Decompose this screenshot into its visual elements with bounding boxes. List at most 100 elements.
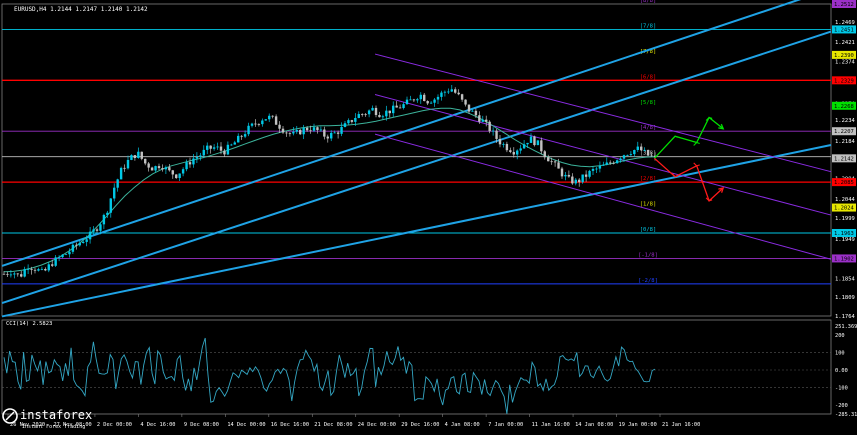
candle-body-145 <box>502 143 505 145</box>
candle-body-21 <box>75 244 78 246</box>
candle-body-2 <box>9 274 13 276</box>
candle-body-88 <box>305 127 309 131</box>
candle-body-28 <box>99 224 102 231</box>
candle-body-149 <box>516 150 519 155</box>
candle-body-170 <box>588 170 591 177</box>
price-tag-label-7: 1.2085 <box>834 180 854 186</box>
cci-line <box>3 337 656 414</box>
candle-body-164 <box>567 174 571 177</box>
forecast-up-arrow-tick-1 <box>671 135 679 140</box>
price-tag-label-8: 1.2024 <box>834 206 855 212</box>
candle-body-86 <box>299 129 302 135</box>
candle-body-10 <box>37 269 40 271</box>
time-tick-label-4: 9 Dec 08:00 <box>184 422 219 428</box>
price-tag-label-2: 1.2390 <box>834 53 854 59</box>
brand-name: instaforex <box>20 408 92 422</box>
candle-body-9 <box>33 269 37 271</box>
cci-tick-6: -285.3113 <box>835 412 857 418</box>
candle-body-73 <box>254 123 257 125</box>
candle-body-95 <box>330 132 333 139</box>
candle-body-53 <box>185 162 188 170</box>
candle-body-148 <box>512 152 515 155</box>
candle-body-5 <box>20 274 23 277</box>
candle-body-43 <box>150 167 154 171</box>
candle-body-171 <box>591 168 595 171</box>
time-tick-label-12: 11 Jan 16:00 <box>532 422 570 428</box>
candle-body-69 <box>240 135 243 137</box>
price-tick-6: 1.2234 <box>835 118 856 124</box>
candle-body-61 <box>212 147 216 149</box>
candle-body-65 <box>226 144 230 155</box>
price-tick-11: 1.1999 <box>835 216 855 222</box>
forecast-up-arrow-tick-2 <box>693 141 700 146</box>
candle-body-92 <box>319 129 323 131</box>
candle-body-138 <box>478 115 481 122</box>
candle-body-36 <box>126 159 130 169</box>
price-tick-14: 1.1854 <box>835 276 856 282</box>
candle-body-104 <box>361 114 364 115</box>
price-tick-12: 1.1949 <box>835 237 855 243</box>
candle-body-150 <box>519 148 522 151</box>
candle-body-41 <box>144 158 147 164</box>
price-tick-15: 1.1809 <box>835 295 855 301</box>
time-tick-label-15: 21 Jan 16:00 <box>662 422 700 428</box>
channel-line-2 <box>1 144 832 318</box>
candle-body-74 <box>257 124 261 125</box>
candle-body-11 <box>40 268 44 270</box>
candle-body-153 <box>529 136 533 143</box>
candle-body-117 <box>405 99 409 105</box>
price-tick-2: 1.2421 <box>835 40 855 46</box>
candle-body-179 <box>619 158 622 161</box>
candle-body-122 <box>423 94 426 102</box>
candle-body-175 <box>605 162 608 165</box>
candle-body-187 <box>646 149 650 156</box>
candle-body-123 <box>426 101 429 104</box>
candle-body-103 <box>357 114 360 118</box>
candle-body-129 <box>447 91 450 93</box>
chart-svg[interactable]: [8/8][7/8][7/8][6/8][5/8][4/8][3/8][2/8]… <box>0 0 857 431</box>
candle-body-25 <box>88 231 92 240</box>
chart-window[interactable]: [8/8][7/8][7/8][6/8][5/8][4/8][3/8][2/8]… <box>0 0 857 431</box>
candle-body-82 <box>285 132 288 134</box>
candle-body-112 <box>388 110 391 114</box>
candle-body-168 <box>581 174 584 183</box>
candle-body-141 <box>488 121 491 132</box>
candle-body-6 <box>23 269 26 277</box>
candle-body-166 <box>574 179 577 184</box>
murray-label-8: [1/8] <box>640 202 657 208</box>
candle-body-60 <box>209 145 212 149</box>
forecast-down-arrow-tick-2 <box>693 162 700 167</box>
candle-body-32 <box>113 187 116 199</box>
candle-body-162 <box>560 168 564 177</box>
candle-body-46 <box>161 168 164 170</box>
time-tick-label-5: 14 Dec 00:00 <box>227 422 265 428</box>
candle-body-147 <box>509 150 512 153</box>
candle-body-81 <box>281 128 285 133</box>
price-tick-1: 1.2469 <box>835 20 855 26</box>
candle-body-27 <box>95 229 99 231</box>
candle-body-163 <box>564 174 567 177</box>
candle-body-131 <box>454 89 457 93</box>
candle-body-35 <box>123 167 126 169</box>
candle-body-78 <box>271 115 274 117</box>
candle-body-42 <box>147 163 150 168</box>
candle-body-183 <box>633 149 636 155</box>
price-panel-frame <box>1 3 832 317</box>
candle-body-109 <box>378 115 381 118</box>
candle-body-172 <box>595 168 598 170</box>
candle-body-31 <box>109 198 112 213</box>
candle-body-121 <box>419 94 422 100</box>
candle-body-128 <box>443 91 447 93</box>
time-tick-label-2: 2 Dec 00:00 <box>97 422 132 428</box>
candle-body-37 <box>130 155 133 160</box>
brand-tagline: Instant Forex Trading <box>22 424 85 430</box>
price-tick-16: 1.1764 <box>835 314 856 320</box>
candle-body-91 <box>316 127 319 131</box>
candle-body-151 <box>522 144 526 149</box>
candle-body-176 <box>609 162 612 164</box>
murray-label-11: [-2/8] <box>638 278 658 284</box>
candle-body-169 <box>584 174 588 177</box>
candle-body-77 <box>268 115 271 120</box>
candle-body-7 <box>26 269 30 270</box>
candle-body-89 <box>309 130 312 132</box>
